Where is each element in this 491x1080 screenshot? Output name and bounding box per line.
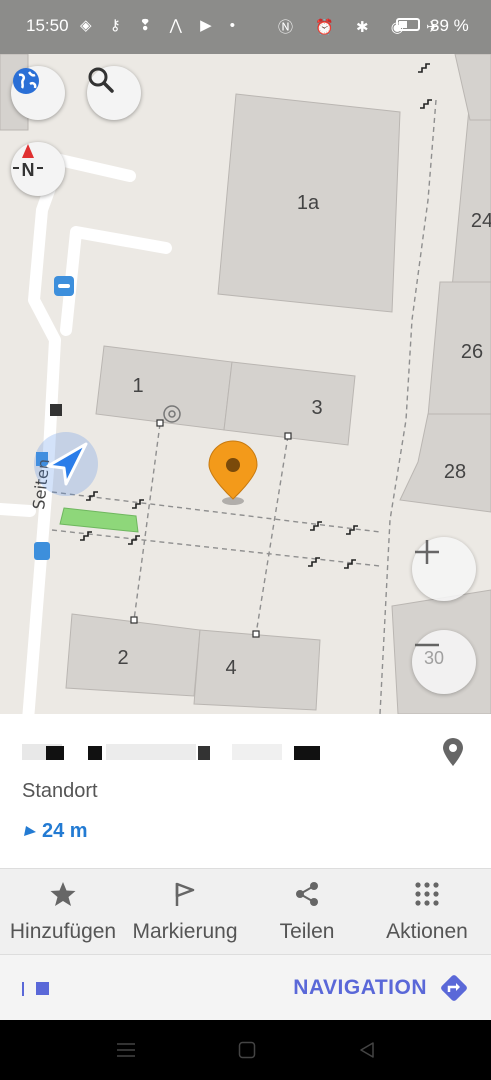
marker-label: Markierung: [132, 920, 238, 943]
poi-marker[interactable]: [206, 439, 260, 509]
status-time: 15:50: [26, 16, 69, 35]
svg-text:N: N: [22, 160, 35, 180]
place-subtitle: Standort: [22, 780, 98, 802]
svg-text:24: 24: [471, 210, 491, 232]
distance-row: 24 m: [22, 820, 88, 843]
compass-button[interactable]: N: [11, 142, 65, 196]
share-icon: [296, 882, 318, 906]
share-label: Teilen: [279, 920, 335, 943]
grid-dots-icon: [415, 882, 439, 906]
path-h2: [51, 529, 381, 567]
road-branch: [60, 226, 172, 336]
path-v1: [133, 423, 161, 621]
building-top-right: [454, 54, 491, 121]
system-navigation-bar: [0, 1020, 491, 1080]
building-2: [65, 613, 201, 697]
green-area: [59, 507, 139, 533]
zoom-out-button[interactable]: 30: [412, 630, 476, 694]
minus-icon: [415, 643, 439, 647]
more-actions-button[interactable]: Aktionen: [366, 868, 488, 954]
location-pin-button[interactable]: [440, 738, 466, 773]
battery-icon: [396, 18, 420, 31]
search-icon: [88, 67, 114, 93]
label-1a: 1a: [297, 192, 320, 214]
globe-icon: [13, 68, 39, 94]
building-24: [451, 97, 491, 291]
map-canvas: Seiten 1a 24 26 28 1 3 2 4: [0, 54, 491, 714]
flag-icon: [175, 882, 195, 906]
star-icon: [50, 882, 76, 906]
menu-icon[interactable]: [116, 1042, 136, 1058]
svg-text:1: 1: [132, 375, 143, 397]
map-view[interactable]: Seiten 1a 24 26 28 1 3 2 4 N 30: [0, 54, 491, 714]
navigation-arrow-icon: [46, 442, 88, 486]
map-style-button[interactable]: [11, 66, 65, 120]
stop-icon[interactable]: [36, 982, 49, 995]
search-button[interactable]: [87, 66, 141, 120]
battery-percent: 39 %: [430, 16, 469, 35]
status-icons-right: Ⓝ ⏰ ✱ ◉ ✈: [278, 19, 448, 36]
more-actions-label: Aktionen: [386, 920, 468, 943]
add-favorite-label: Hinzufügen: [9, 920, 117, 943]
svg-text:3: 3: [311, 397, 322, 419]
svg-text:4: 4: [225, 657, 236, 679]
distance-text: 24 m: [42, 820, 88, 842]
directions-icon: [441, 975, 467, 1001]
direction-arrow-icon: [24, 825, 36, 836]
building-4: [193, 629, 321, 711]
compass-icon: N: [13, 144, 43, 180]
svg-text:2: 2: [117, 647, 128, 669]
location-pin-icon: [443, 738, 463, 766]
share-button[interactable]: Teilen: [246, 868, 368, 954]
road-left-stub: [0, 503, 36, 517]
home-icon[interactable]: [238, 1041, 256, 1059]
path-v2: [255, 435, 289, 635]
stop-icon-bar: [22, 982, 24, 996]
svg-text:26: 26: [461, 341, 483, 363]
svg-text:28: 28: [444, 461, 466, 483]
add-favorite-button[interactable]: Hinzufügen: [2, 868, 124, 954]
place-info-card[interactable]: Standort 24 m: [0, 714, 491, 868]
marker-button[interactable]: Markierung: [124, 868, 246, 954]
status-icons-left: ◈ ⚷ ❢ ⋀ ▶ •: [80, 17, 243, 34]
plus-icon: [415, 540, 439, 564]
back-icon[interactable]: [358, 1041, 376, 1059]
my-location-marker[interactable]: [34, 432, 98, 496]
map-pin-icon: [208, 440, 258, 505]
place-title-redacted: [22, 744, 322, 762]
zoom-in-button[interactable]: [412, 537, 476, 601]
navigation-button[interactable]: NAVIGATION: [293, 970, 469, 1006]
status-bar: 15:50 ◈ ⚷ ❢ ⋀ ▶ • Ⓝ ⏰ ✱ ◉ ✈ 39 %: [0, 0, 491, 54]
navigation-label: NAVIGATION: [293, 976, 427, 999]
